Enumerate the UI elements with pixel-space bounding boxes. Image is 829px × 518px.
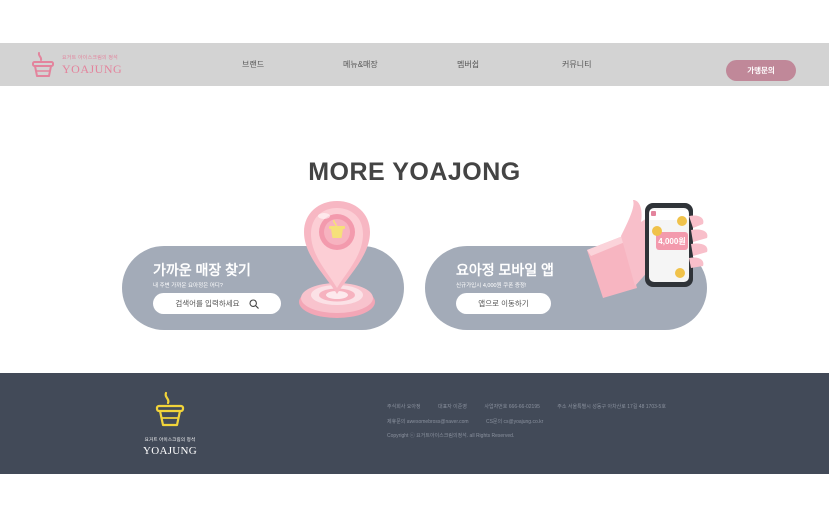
header: 요거트 아이스크림의 정석 YOAJUNG 브랜드 메뉴&매장 멤버쉽 커뮤니티… <box>0 43 829 86</box>
nav-item-menu-store[interactable]: 메뉴&매장 <box>343 43 378 86</box>
nav-item-community[interactable]: 커뮤니티 <box>562 43 591 86</box>
location-pin-illustration <box>299 201 375 318</box>
yogurt-cup-icon <box>32 52 54 77</box>
search-icon <box>249 299 259 309</box>
footer-company-info: 주식회사 요아정 대표자 이준영 사업자번호 666-66-02195 주소 서… <box>387 403 682 410</box>
phone-coupon-amount: 4,000원 <box>658 236 685 246</box>
nav-item-brand[interactable]: 브랜드 <box>242 43 264 86</box>
footer-logo-subtitle: 요거트 아이스크림의 정석 <box>144 437 196 442</box>
footer-logo: 요거트 아이스크림의 정석 YOAJUNG <box>140 391 200 457</box>
footer-company-name: 주식회사 요아정 <box>387 404 421 410</box>
page: 요거트 아이스크림의 정석 YOAJUNG 브랜드 메뉴&매장 멤버쉽 커뮤니티… <box>0 0 829 518</box>
footer-address: 주소 서울특별시 성동구 아차산로 17길 48 1703-5호 <box>557 404 666 410</box>
footer: 요거트 아이스크림의 정석 YOAJUNG 주식회사 요아정 대표자 이준영 사… <box>0 373 829 474</box>
mobile-app-subtitle: 신규가입시 4,000원 쿠폰 증정! <box>456 283 527 289</box>
section-title: MORE YOAJONG <box>308 158 521 186</box>
logo[interactable]: 요거트 아이스크림의 정석 YOAJUNG <box>30 51 122 79</box>
store-search-placeholder: 검색어를 입력하세요 <box>175 299 240 308</box>
footer-contact-info: 제휴문의 awesomebross@naver.com CS문의 cs@yoaj… <box>387 418 559 425</box>
mobile-app-title: 요아정 모바일 앱 <box>456 262 554 278</box>
franchise-inquiry-button[interactable]: 가맹문의 <box>726 60 796 81</box>
logo-wordmark: YOAJUNG <box>62 61 123 76</box>
logo-subtitle: 요거트 아이스크림의 정석 <box>62 54 118 61</box>
yogurt-cup-icon <box>155 391 185 427</box>
go-to-app-button[interactable]: 앱으로 이동하기 <box>456 293 551 314</box>
footer-ceo: 대표자 이준영 <box>437 404 467 410</box>
footer-partnership-email[interactable]: 제휴문의 awesomebross@naver.com <box>387 419 469 425</box>
footer-copyright: Copyright ⓒ 요거트아이스크림의정석. all Rights Rese… <box>387 433 515 439</box>
nav-item-membership[interactable]: 멤버쉽 <box>457 43 479 86</box>
store-finder-title: 가까운 매장 찾기 <box>153 262 251 278</box>
footer-cs-email[interactable]: CS문의 cs@yoajung.co.kr <box>486 419 543 425</box>
phone-in-hand-illustration: 4,000원 <box>587 200 708 298</box>
footer-logo-wordmark: YOAJUNG <box>142 445 198 457</box>
store-search-button[interactable]: 검색어를 입력하세요 <box>153 293 281 314</box>
footer-business-number: 사업자번호 666-66-02195 <box>484 404 540 410</box>
store-finder-subtitle: 내 주변 가까운 요아정은 어디? <box>153 283 223 289</box>
